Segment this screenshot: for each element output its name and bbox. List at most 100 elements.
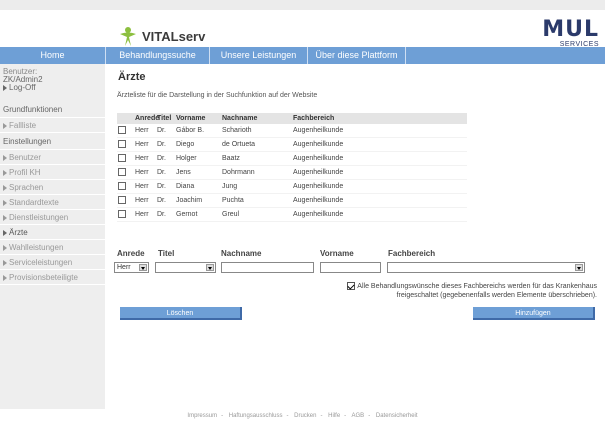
cell-fachbereich: Augenheilkunde [293, 197, 344, 204]
cell-fachbereich: Augenheilkunde [293, 169, 344, 176]
arrow-right-icon [3, 184, 7, 191]
header-vorname: Vorname [176, 115, 206, 122]
footer-link-haftungsausschluss[interactable]: Haftungsausschluss [229, 413, 283, 419]
cell-vorname: Gábor B. [176, 127, 205, 134]
label-vorname: Vorname [320, 249, 354, 258]
freigabe-checkbox[interactable] [347, 282, 356, 291]
sidebar-item-label: Wahlleistungen [9, 243, 64, 252]
arrow-right-icon [3, 199, 7, 206]
arrow-right-icon [3, 169, 7, 176]
sidebar-item-dienstleistungen[interactable]: Dienstleistungen [0, 210, 105, 225]
table-row[interactable]: Herr Dr. Gábor B. Scharioth Augenheilkunde [117, 124, 467, 138]
footer-link-impressum[interactable]: Impressum [187, 413, 217, 419]
cell-fachbereich: Augenheilkunde [293, 211, 344, 218]
vorname-input[interactable] [320, 262, 381, 273]
cell-nachname: Jung [222, 183, 238, 190]
row-checkbox[interactable] [118, 139, 126, 148]
arrow-right-icon [3, 214, 7, 221]
table-row[interactable]: Herr Dr. Diego de Ortueta Augenheilkunde [117, 138, 467, 152]
app-window: VITALserv MUL SERVICES Home Behandlungss… [0, 0, 605, 423]
arrow-right-icon [3, 244, 7, 251]
sidebar-item-standardtexte[interactable]: Standardtexte [0, 195, 105, 210]
table-row[interactable]: Herr Dr. Gernot Greul Augenheilkunde [117, 208, 467, 222]
sidebar-item-label: Dienstleistungen [9, 213, 69, 222]
cell-anrede: Herr [135, 197, 149, 204]
cell-nachname: Puchta [222, 197, 244, 204]
sidebar-item-provisionsbeteiligte[interactable]: Provisionsbeteiligte [0, 270, 105, 285]
freigabe-checkbox-label: Alle Behandlungswünsche dieses Fachberei… [357, 283, 597, 299]
row-checkbox[interactable] [118, 153, 126, 162]
arrow-right-icon [3, 154, 7, 161]
table-row[interactable]: Herr Dr. Holger Baatz Augenheilkunde [117, 152, 467, 166]
cell-titel: Dr. [157, 169, 166, 176]
nav-ueber-plattform[interactable]: Über diese Plattform [308, 47, 406, 64]
logoff-link[interactable]: Log-Off [3, 84, 105, 92]
row-checkbox[interactable] [118, 209, 126, 218]
row-checkbox[interactable] [118, 181, 126, 190]
label-anrede: Anrede [117, 249, 145, 258]
fachbereich-select[interactable] [387, 262, 585, 273]
chevron-down-icon [139, 264, 147, 271]
arrow-right-icon [3, 84, 7, 91]
sidebar-item-benutzer[interactable]: Benutzer [0, 150, 105, 165]
delete-button[interactable]: Löschen [120, 307, 242, 320]
logoff-label: Log-Off [9, 83, 36, 92]
cell-anrede: Herr [135, 169, 149, 176]
nav-home[interactable]: Home [0, 47, 106, 64]
freigabe-checkbox-row[interactable]: Alle Behandlungswünsche dieses Fachberei… [327, 282, 597, 300]
cell-fachbereich: Augenheilkunde [293, 155, 344, 162]
sidebar-item-profil-kh[interactable]: Profil KH [0, 165, 105, 180]
nav-behandlungssuche[interactable]: Behandlungssuche [106, 47, 210, 64]
nav-unsere-leistungen[interactable]: Unsere Leistungen [210, 47, 308, 64]
cell-anrede: Herr [135, 155, 149, 162]
sidebar-item-label: Fallliste [9, 121, 37, 130]
sidebar-item-sprachen[interactable]: Sprachen [0, 180, 105, 195]
footer-link-hilfe[interactable]: Hilfe [328, 413, 340, 419]
sidebar-item-aerzte[interactable]: Ärzte [0, 225, 105, 240]
label-nachname: Nachname [221, 249, 262, 258]
sidebar-item-label: Ärzte [9, 228, 28, 237]
nachname-input[interactable] [221, 262, 314, 273]
mul-services-logo: MUL SERVICES [519, 19, 599, 49]
row-checkbox[interactable] [118, 167, 126, 176]
sidebar-item-label: Standardtexte [9, 198, 59, 207]
cell-vorname: Diana [176, 183, 195, 190]
sidebar-item-wahlleistungen[interactable]: Wahlleistungen [0, 240, 105, 255]
person-logo-icon [120, 27, 136, 46]
table-header: Anrede Titel Vorname Nachname Fachbereic… [117, 113, 467, 124]
user-info: Benutzer: ZK/Admin2 Log-Off [0, 64, 105, 92]
cell-titel: Dr. [157, 127, 166, 134]
footer: Impressum - Haftungsausschluss - Drucken - … [0, 409, 605, 423]
header-anrede: Anrede [135, 115, 160, 122]
anrede-select[interactable]: Herr [114, 262, 149, 273]
arrow-right-icon [3, 274, 7, 281]
cell-titel: Dr. [157, 197, 166, 204]
table-row[interactable]: Herr Dr. Diana Jung Augenheilkunde [117, 180, 467, 194]
footer-link-drucken[interactable]: Drucken [294, 413, 316, 419]
sidebar-heading-grundfunktionen: Grundfunktionen [0, 101, 105, 118]
cell-nachname: Scharioth [222, 127, 252, 134]
row-checkbox[interactable] [118, 125, 126, 134]
table-row[interactable]: Herr Dr. Jens Dohrmann Augenheilkunde [117, 166, 467, 180]
vitalserv-logo[interactable]: VITALserv [117, 26, 205, 46]
titel-select[interactable] [155, 262, 216, 273]
top-strip [0, 0, 605, 10]
cell-anrede: Herr [135, 127, 149, 134]
row-checkbox[interactable] [118, 195, 126, 204]
cell-vorname: Gernot [176, 211, 198, 218]
intro-text: Ärzteliste für die Darstellung in der Su… [117, 92, 318, 99]
cell-titel: Dr. [157, 155, 166, 162]
header-titel: Titel [157, 115, 172, 122]
sidebar-item-serviceleistungen[interactable]: Serviceleistungen [0, 255, 105, 270]
sidebar-item-fallliste[interactable]: Fallliste [0, 118, 105, 133]
footer-link-datensicherheit[interactable]: Datensicherheit [376, 413, 418, 419]
add-button[interactable]: Hinzufügen [473, 307, 595, 320]
sidebar-item-label: Sprachen [9, 183, 44, 192]
cell-titel: Dr. [157, 141, 166, 148]
sidebar-item-label: Serviceleistungen [9, 258, 73, 267]
footer-link-agb[interactable]: AGB [352, 413, 365, 419]
table-row[interactable]: Herr Dr. Joachim Puchta Augenheilkunde [117, 194, 467, 208]
cell-nachname: de Ortueta [222, 141, 256, 148]
arrow-right-icon [3, 122, 7, 129]
